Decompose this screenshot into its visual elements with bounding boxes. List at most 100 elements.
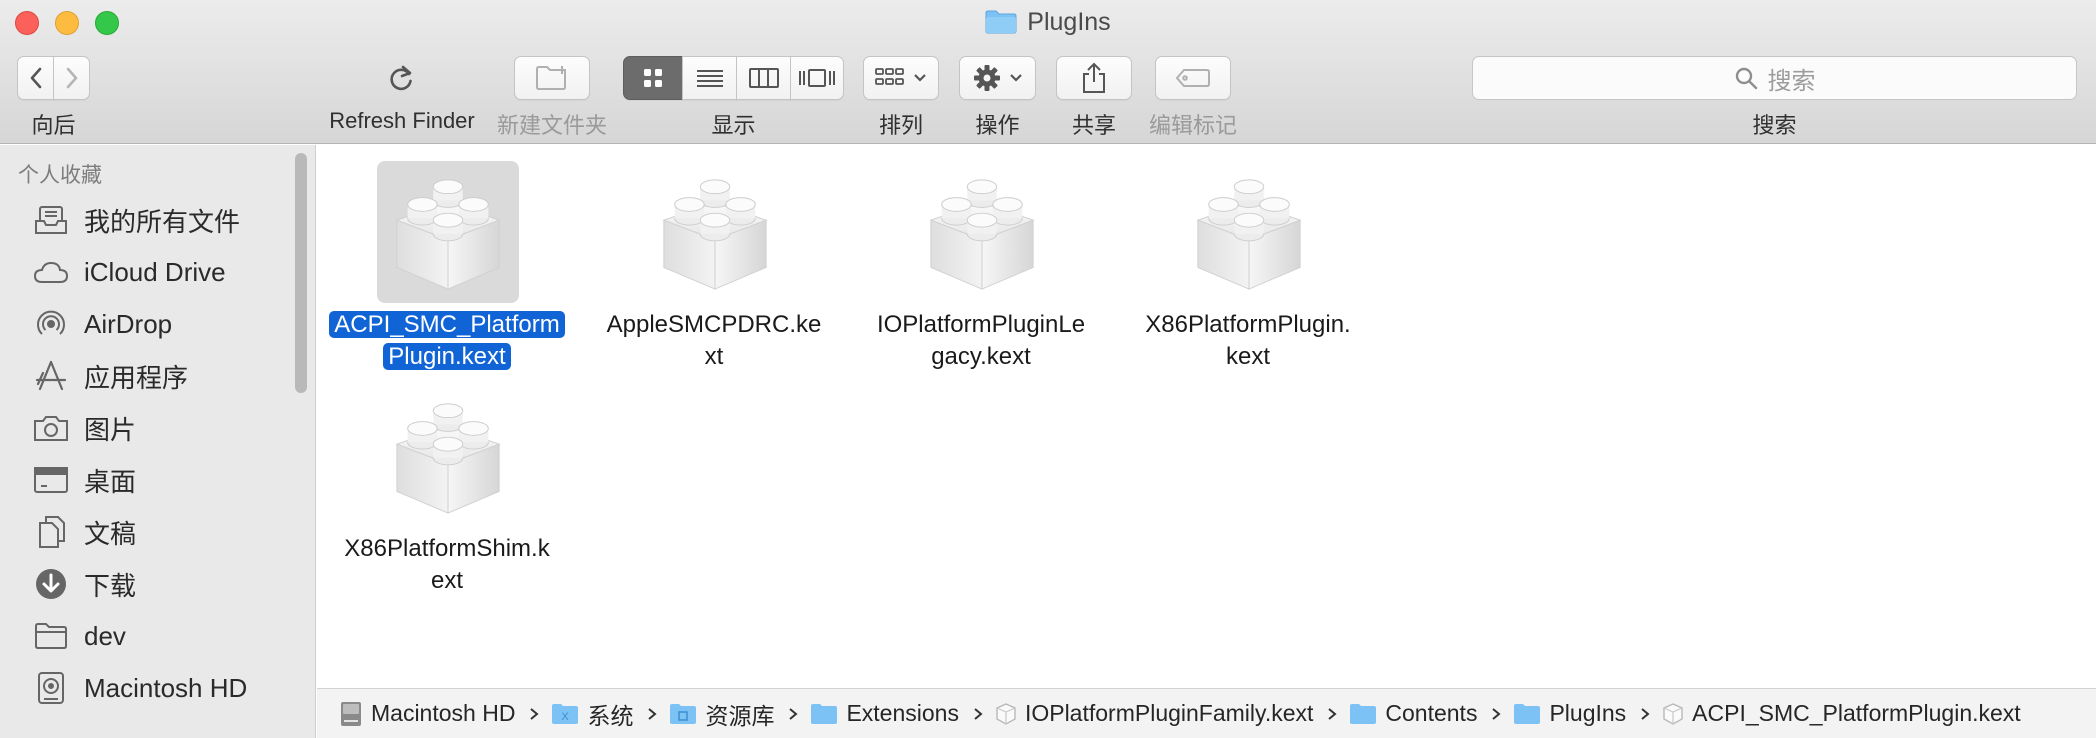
hard-drive-icon [33,671,69,705]
file-name: X86PlatformPlugin. kext [1145,311,1351,370]
kext-icon [377,161,519,303]
library-folder-icon [670,703,697,724]
search-label: 搜索 [1752,113,1797,138]
all-files-icon [33,203,69,237]
file-item[interactable]: X86PlatformShim.k ext [317,377,557,594]
gear-icon [973,65,1000,91]
arrange-button[interactable] [863,56,939,100]
applications-icon [33,359,69,393]
sidebar-item-airdrop[interactable]: AirDrop [0,298,300,350]
edit-tags-button[interactable] [1155,56,1231,100]
list-view-button[interactable] [682,56,737,100]
file-item[interactable]: X86PlatformPlugin. kext [1118,153,1358,370]
sidebar-header: 个人收藏 [18,164,102,187]
sidebar-item-label: iCloud Drive [84,256,226,287]
path-item-acpi-smc-platformplugin[interactable]: ACPI_SMC_PlatformPlugin.kext [1662,700,2021,727]
path-bar: Macintosh HD X 系统 资源库 Extensions IOPlatf… [317,688,2096,738]
sidebar-item-downloads[interactable]: 下载 [0,558,300,610]
hard-drive-icon [341,701,361,726]
sidebar-item-applications[interactable]: 应用程序 [0,350,300,402]
icon-view-button[interactable] [623,56,683,100]
back-button[interactable] [17,56,54,100]
view-label: 显示 [711,113,756,138]
path-item-extensions[interactable]: Extensions [810,700,959,727]
sidebar-item-label: 应用程序 [84,362,189,393]
sidebar-item-label: 我的所有文件 [84,206,241,237]
folder-icon [811,703,838,724]
columns-icon [748,68,779,88]
kext-icon [1663,702,1683,725]
share-label: 共享 [1071,113,1116,138]
folder-icon [985,10,1017,34]
path-item-system[interactable]: X 系统 [551,697,633,731]
gallery-view-button[interactable] [790,56,844,100]
path-item-ioplatformpluginfamily[interactable]: IOPlatformPluginFamily.kext [995,700,1313,727]
list-icon [696,70,723,87]
chevron-right-icon [788,707,798,721]
file-name: AppleSMCPDRC.ke xt [606,311,822,370]
arrange-icon [875,68,904,85]
file-item[interactable]: ACPI_SMC_Platform Plugin.kext [317,153,565,370]
edit-tags-label: 编辑标记 [1148,113,1237,138]
path-item-library[interactable]: 资源库 [669,697,774,731]
chevron-left-icon [30,67,41,89]
sidebar-item-desktop[interactable]: 桌面 [0,454,300,506]
sidebar-item-label: 文稿 [84,518,137,549]
cloud-icon [33,255,69,289]
share-button[interactable] [1056,56,1132,100]
search-input[interactable]: 搜索 [1472,56,2077,100]
sidebar-item-label: Macintosh HD [84,672,248,703]
chevron-down-icon [914,74,926,82]
svg-text:X: X [562,711,570,723]
airdrop-icon [33,307,69,341]
sidebar-item-dev[interactable]: dev [0,610,300,662]
chevron-down-icon [1009,74,1022,82]
refresh-button[interactable] [384,62,418,101]
file-item[interactable]: IOPlatformPluginLe gacy.kext [851,153,1091,370]
sidebar: 个人收藏 我的所有文件 iCloud Drive AirDrop 应用程序 图片 [0,145,316,738]
path-item-plugins[interactable]: PlugIns [1513,700,1626,727]
system-folder-icon: X [552,703,579,724]
refresh-icon [390,65,412,91]
sidebar-item-all-files[interactable]: 我的所有文件 [0,194,300,246]
sidebar-item-label: dev [84,620,126,651]
path-item-macintosh-hd[interactable]: Macintosh HD [339,700,515,727]
file-browser: ACPI_SMC_Platform Plugin.kext AppleSMCPDR… [317,145,2096,688]
sidebar-item-pictures[interactable]: 图片 [0,402,300,454]
action-button[interactable] [959,56,1036,100]
refresh-label[interactable]: Refresh Finder [326,108,478,134]
documents-icon [33,515,69,549]
sidebar-item-documents[interactable]: 文稿 [0,506,300,558]
sidebar-item-label: 图片 [84,414,137,445]
window-title: PlugIns [0,7,2096,37]
chevron-right-icon [973,707,983,721]
share-icon [1083,62,1105,93]
search-icon [1735,67,1757,90]
sidebar-item-label: 下载 [84,570,137,601]
chevron-right-icon [647,707,657,721]
path-item-contents[interactable]: Contents [1349,700,1477,727]
new-folder-icon [536,66,566,90]
kext-icon [911,161,1053,303]
nav-label: 向后 [31,113,76,138]
camera-icon [33,411,69,445]
folder-icon [1350,703,1377,724]
chevron-right-icon [529,707,539,721]
desktop-icon [33,463,69,497]
sidebar-item-icloud[interactable]: iCloud Drive [0,246,300,298]
forward-button[interactable] [53,56,90,100]
tag-icon [1175,69,1210,87]
chevron-right-icon [66,67,77,89]
grid-icon [644,69,662,87]
new-folder-button[interactable] [514,56,590,100]
window-title-text: PlugIns [1027,7,1111,36]
sidebar-scrollbar[interactable] [295,153,307,393]
chevron-right-icon [1491,707,1502,721]
column-view-button[interactable] [736,56,791,100]
sidebar-item-label: 桌面 [84,466,137,497]
kext-icon [377,385,519,527]
sidebar-item-macintosh-hd[interactable]: Macintosh HD [0,662,300,714]
folder-icon [33,619,69,653]
chevron-right-icon [1327,707,1337,721]
file-item[interactable]: AppleSMCPDRC.ke xt [584,153,824,370]
